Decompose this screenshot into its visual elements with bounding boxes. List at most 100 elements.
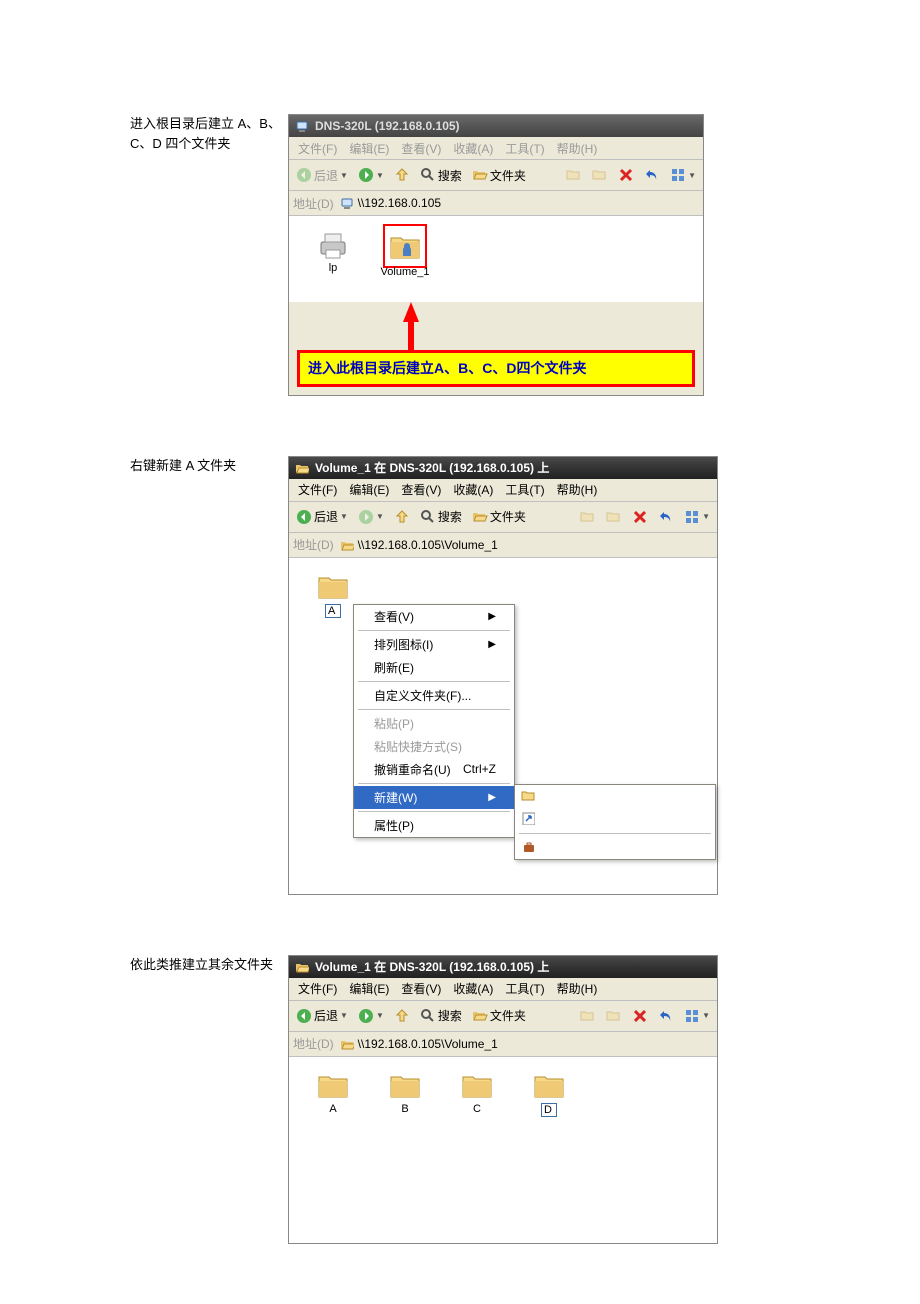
window-title: Volume_1 在 DNS-320L (192.168.0.105) 上 [315,958,549,975]
back-button[interactable]: 后退▼ [293,1006,351,1025]
menu-file[interactable]: 文件(F) [293,138,342,159]
ctx-properties[interactable]: 属性(P) [354,814,514,837]
move-to-button[interactable] [563,166,585,184]
address-field[interactable]: \\192.168.0.105\Volume_1 [340,538,713,552]
forward-button[interactable]: ▼ [355,1007,387,1025]
search-button[interactable]: 搜索 [417,507,465,526]
content-area[interactable]: A B C D [289,1057,717,1243]
address-field[interactable]: \\192.168.0.105 [340,196,699,210]
copy-to-button[interactable] [603,1007,625,1025]
folder-d[interactable]: D [519,1069,579,1117]
delete-button[interactable] [629,508,651,526]
copy-to-button[interactable] [589,166,611,184]
menu-favorites[interactable]: 收藏(A) [448,978,498,999]
forward-button[interactable]: ▼ [355,166,387,184]
folder-open-icon [340,1037,354,1051]
menu-help[interactable]: 帮助(H) [552,138,603,159]
address-field[interactable]: \\192.168.0.105\Volume_1 [340,1037,713,1051]
search-button[interactable]: 搜索 [417,1006,465,1025]
ctx-view[interactable]: 查看(V)▶ [354,605,514,628]
menubar: 文件(F) 编辑(E) 查看(V) 收藏(A) 工具(T) 帮助(H) [289,137,703,160]
ctx-refresh[interactable]: 刷新(E) [354,656,514,679]
content-area[interactable]: lp Volume_1 [289,216,703,302]
menu-edit[interactable]: 编辑(E) [344,978,394,999]
folder-share-icon [387,228,423,264]
delete-button[interactable] [629,1007,651,1025]
folder-open-icon [340,538,354,552]
rename-input[interactable]: A [325,604,341,618]
menu-edit[interactable]: 编辑(E) [344,138,394,159]
sub-new-briefcase[interactable]: 公文包 [515,836,715,859]
folder-a[interactable]: A [303,1069,363,1117]
back-button[interactable]: 后退▼ [293,507,351,526]
move-to-button[interactable] [577,1007,599,1025]
undo-button[interactable] [641,166,663,184]
folder-icon [317,570,349,602]
share-item-lp[interactable]: lp [303,228,363,278]
delete-button[interactable] [615,166,637,184]
address-label: 地址(D) [293,536,334,553]
delete-icon [632,509,648,525]
menu-tools[interactable]: 工具(T) [500,479,549,500]
menu-favorites[interactable]: 收藏(A) [448,479,498,500]
menu-file[interactable]: 文件(F) [293,978,342,999]
content-area[interactable]: A 查看(V)▶ 排列图标(I)▶ 刷新(E) 自定义文件夹(F)... 粘贴(… [289,558,717,894]
back-icon [296,167,312,183]
menu-view[interactable]: 查看(V) [396,479,446,500]
toolbar: 后退▼ ▼ 搜索 文件夹 ▼ [289,1001,717,1032]
views-button[interactable]: ▼ [667,166,699,184]
views-button[interactable]: ▼ [681,1007,713,1025]
undo-icon [658,509,674,525]
ctx-customize-folder[interactable]: 自定义文件夹(F)... [354,684,514,707]
up-button[interactable] [391,508,413,526]
forward-button[interactable]: ▼ [355,508,387,526]
folder-b[interactable]: B [375,1069,435,1117]
rename-input[interactable]: D [541,1103,557,1117]
search-icon [420,509,436,525]
chevron-right-icon: ▶ [488,639,496,650]
ctx-new[interactable]: 新建(W)▶ 文件夹(F) 快捷方式(S) 公文包 [354,786,514,809]
new-submenu: 文件夹(F) 快捷方式(S) 公文包 [514,784,716,860]
up-button[interactable] [391,166,413,184]
menu-view[interactable]: 查看(V) [396,978,446,999]
back-button[interactable]: 后退▼ [293,166,351,185]
sub-new-folder[interactable]: 文件夹(F) [515,785,715,808]
folder-open-icon [295,960,309,974]
folders-icon [472,509,488,525]
menu-help[interactable]: 帮助(H) [552,479,603,500]
move-icon [566,167,582,183]
ctx-undo-rename[interactable]: 撤销重命名(U)Ctrl+Z [354,758,514,781]
folders-button[interactable]: 文件夹 [469,166,529,185]
menu-file[interactable]: 文件(F) [293,479,342,500]
copy-to-button[interactable] [603,508,625,526]
undo-button[interactable] [655,508,677,526]
views-button[interactable]: ▼ [681,508,713,526]
menu-tools[interactable]: 工具(T) [500,978,549,999]
folders-button[interactable]: 文件夹 [469,1006,529,1025]
explorer-window-volume1-final: Volume_1 在 DNS-320L (192.168.0.105) 上 文件… [288,955,718,1244]
share-item-volume1[interactable]: Volume_1 [375,228,435,278]
search-button[interactable]: 搜索 [417,166,465,185]
undo-button[interactable] [655,1007,677,1025]
folders-button[interactable]: 文件夹 [469,507,529,526]
up-button[interactable] [391,1007,413,1025]
folder-c[interactable]: C [447,1069,507,1117]
address-path: \\192.168.0.105 [358,196,441,210]
move-to-button[interactable] [577,508,599,526]
item-label: B [401,1103,408,1115]
shortcut-icon [521,811,535,825]
menu-favorites[interactable]: 收藏(A) [448,138,498,159]
titlebar[interactable]: Volume_1 在 DNS-320L (192.168.0.105) 上 [289,457,717,479]
menu-edit[interactable]: 编辑(E) [344,479,394,500]
menu-view[interactable]: 查看(V) [396,138,446,159]
titlebar[interactable]: DNS-320L (192.168.0.105) [289,115,703,137]
titlebar[interactable]: Volume_1 在 DNS-320L (192.168.0.105) 上 [289,956,717,978]
up-icon [394,509,410,525]
folder-icon [521,788,535,802]
briefcase-icon [521,839,535,853]
menu-help[interactable]: 帮助(H) [552,978,603,999]
menu-tools[interactable]: 工具(T) [500,138,549,159]
address-bar: 地址(D) \\192.168.0.105 [289,191,703,216]
sub-new-shortcut[interactable]: 快捷方式(S) [515,808,715,831]
ctx-arrange-icons[interactable]: 排列图标(I)▶ [354,633,514,656]
